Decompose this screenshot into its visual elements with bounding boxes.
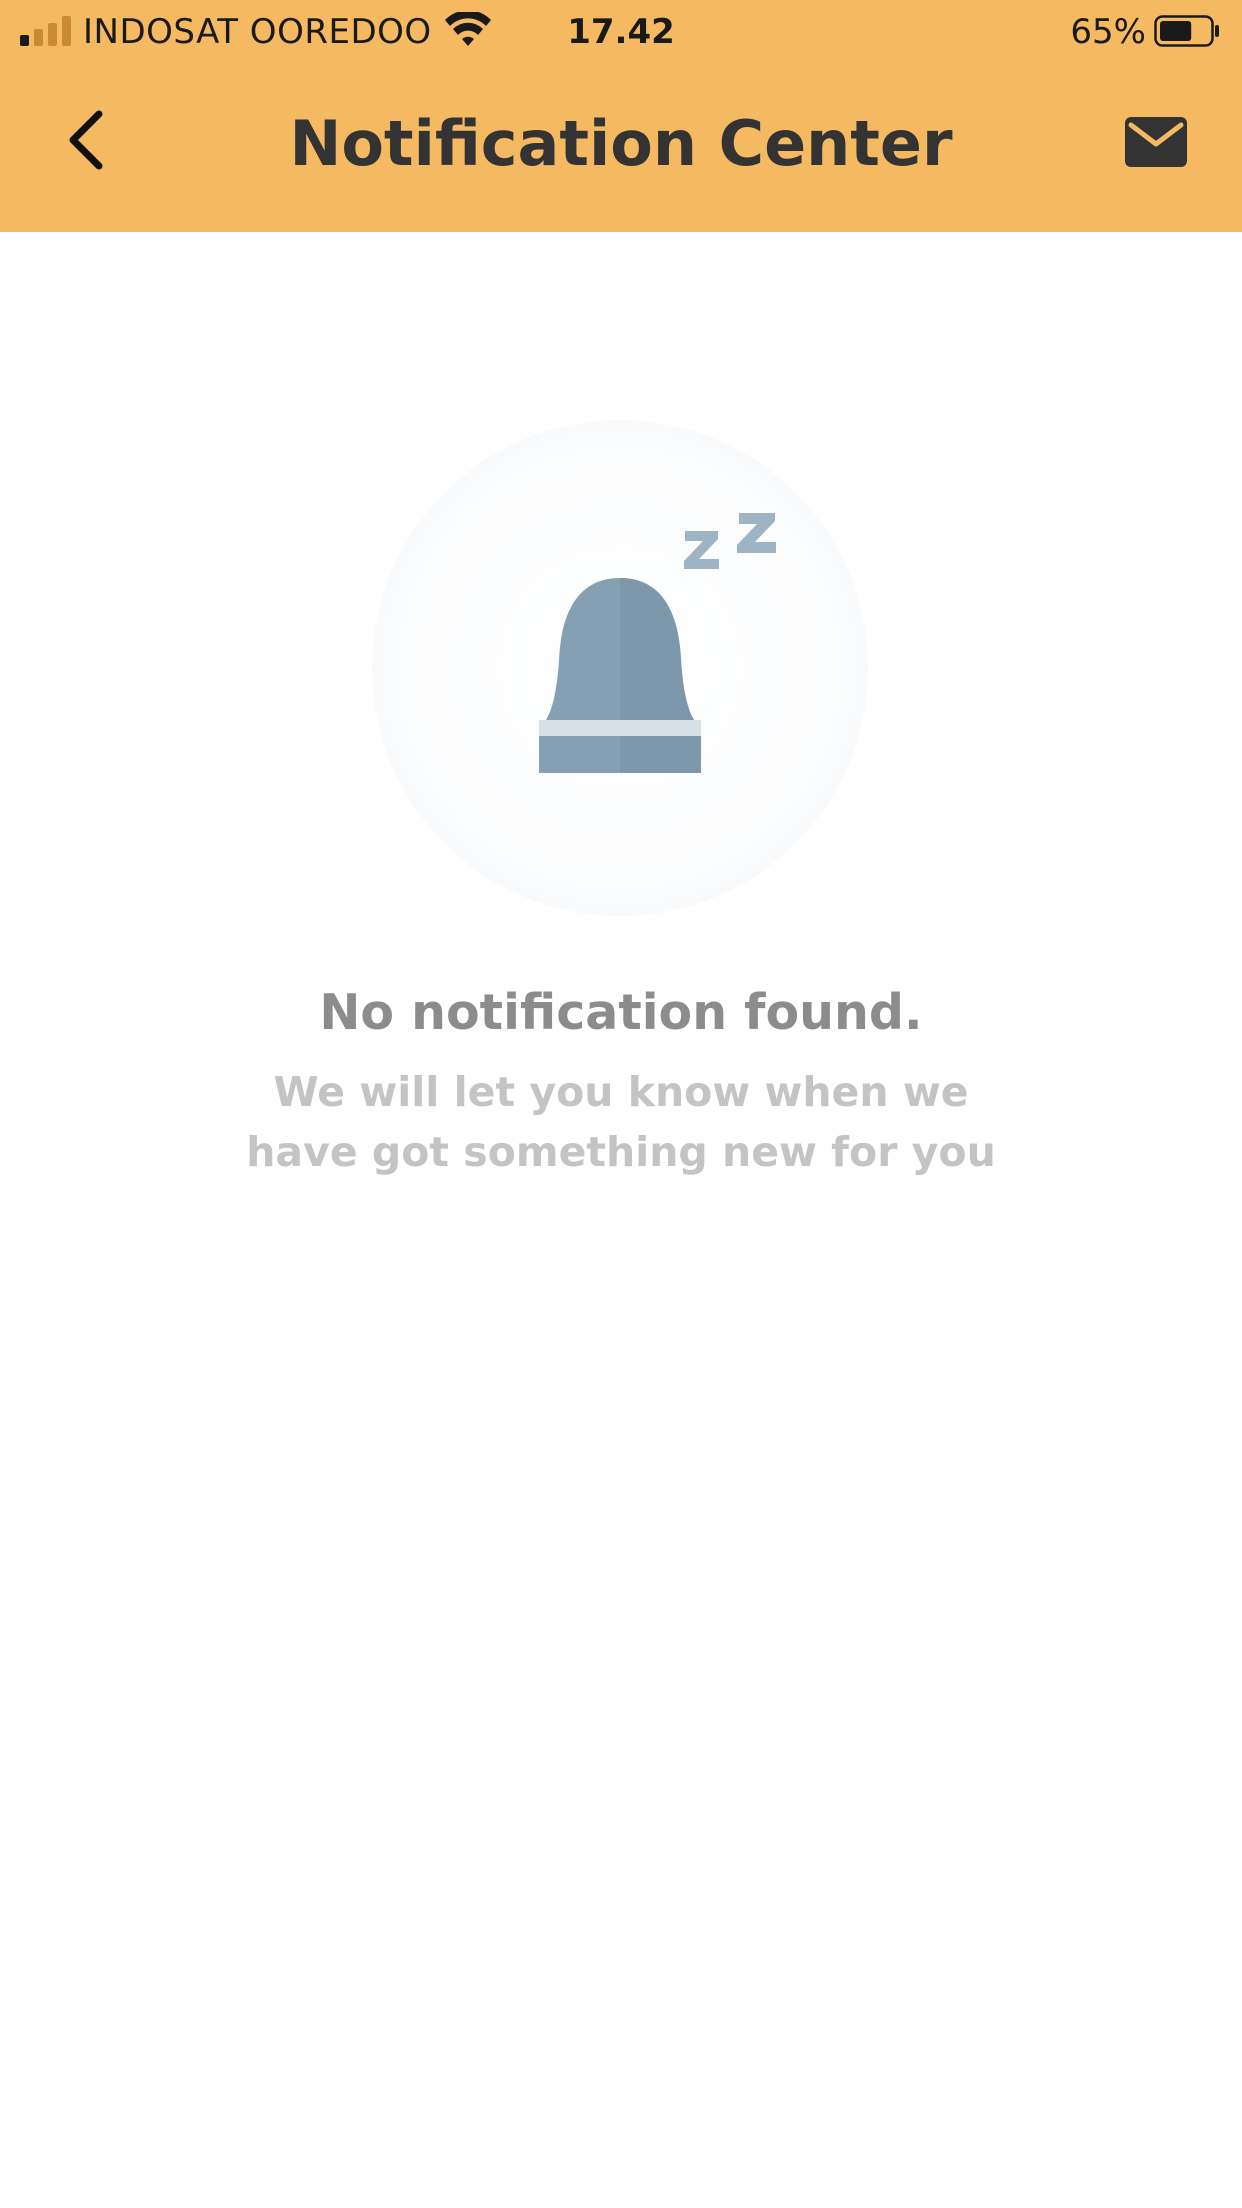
page-title: Notification Center bbox=[289, 107, 953, 180]
app-header: INDOSAT OOREDOO 17.42 65% Notification C… bbox=[0, 0, 1242, 232]
empty-state-illustration bbox=[372, 420, 868, 916]
empty-state-message: We will let you know when we have got so… bbox=[246, 1068, 996, 1176]
battery-percent: 65% bbox=[1070, 12, 1146, 52]
envelope-icon bbox=[1125, 117, 1187, 167]
status-bar: INDOSAT OOREDOO 17.42 65% bbox=[0, 0, 1242, 64]
mail-button[interactable] bbox=[1118, 110, 1194, 174]
sleeping-bell-icon bbox=[539, 513, 776, 773]
empty-state-title: No notification found. bbox=[319, 984, 923, 1041]
battery-icon bbox=[1154, 15, 1219, 47]
status-time: 17.42 bbox=[567, 12, 675, 52]
